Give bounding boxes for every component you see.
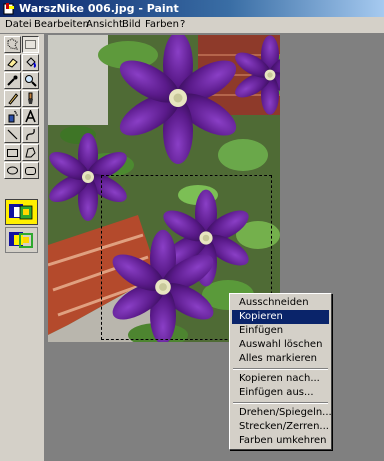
curve-icon bbox=[26, 128, 35, 141]
rect-select-icon bbox=[25, 40, 36, 49]
context-menu: Ausschneiden Kopieren Einfügen Auswahl l… bbox=[229, 293, 332, 450]
eraser-tool[interactable] bbox=[4, 54, 21, 71]
pick-color-tool[interactable] bbox=[4, 72, 21, 89]
menu-farben[interactable]: Farben bbox=[145, 17, 179, 33]
title-bar[interactable]: WarszNike 006.jpg - Paint bbox=[0, 0, 384, 17]
ctx-copy[interactable]: Kopieren bbox=[232, 310, 329, 324]
fill-icon bbox=[26, 57, 36, 68]
ctx-separator bbox=[233, 402, 328, 404]
rectangle-icon bbox=[7, 149, 18, 157]
menu-ansicht[interactable]: Ansicht bbox=[86, 17, 123, 33]
text-icon bbox=[25, 110, 36, 123]
curve-tool[interactable] bbox=[22, 126, 39, 143]
brush-tool[interactable] bbox=[22, 90, 39, 107]
toolbox bbox=[0, 34, 45, 461]
text-tool[interactable] bbox=[22, 108, 39, 125]
menu-bearbeiten[interactable]: Bearbeiten bbox=[34, 17, 89, 33]
brush-icon bbox=[28, 92, 33, 104]
line-tool[interactable] bbox=[4, 126, 21, 143]
magnifier-icon bbox=[25, 75, 37, 87]
pick-color-icon bbox=[7, 75, 18, 86]
ctx-rotate-flip[interactable]: Drehen/Spiegeln... bbox=[232, 406, 332, 420]
window-title: WarszNike 006.jpg - Paint bbox=[19, 2, 179, 15]
menu-datei[interactable]: Datei bbox=[5, 17, 32, 33]
magnifier-tool[interactable] bbox=[22, 72, 39, 89]
ctx-delete-selection[interactable]: Auswahl löschen bbox=[232, 338, 329, 352]
airbrush-tool[interactable] bbox=[4, 108, 21, 125]
ctx-paste-from[interactable]: Einfügen aus... bbox=[232, 386, 329, 400]
ellipse-icon bbox=[7, 166, 18, 175]
ctx-cut[interactable]: Ausschneiden bbox=[232, 296, 329, 310]
rect-select-tool[interactable] bbox=[22, 36, 39, 53]
opaque-selection-option[interactable] bbox=[5, 199, 38, 225]
paint-app-icon bbox=[3, 3, 14, 15]
ctx-separator bbox=[233, 368, 328, 370]
line-icon bbox=[7, 129, 18, 140]
rounded-rect-tool[interactable] bbox=[22, 162, 39, 179]
ctx-invert-colors[interactable]: Farben umkehren bbox=[232, 434, 329, 448]
opaque-option-icon bbox=[9, 204, 33, 220]
free-select-icon bbox=[7, 38, 18, 50]
polygon-icon bbox=[25, 147, 36, 158]
eraser-icon bbox=[7, 58, 18, 68]
pencil-tool[interactable] bbox=[4, 90, 21, 107]
polygon-tool[interactable] bbox=[22, 144, 39, 161]
menu-bar: Datei Bearbeiten Ansicht Bild Farben ? bbox=[0, 17, 384, 34]
menu-help[interactable]: ? bbox=[180, 17, 185, 33]
fill-tool[interactable] bbox=[22, 54, 39, 71]
ctx-paste[interactable]: Einfügen bbox=[232, 324, 329, 338]
transparent-option-icon bbox=[9, 232, 33, 248]
ctx-stretch-skew[interactable]: Strecken/Zerren... bbox=[232, 420, 329, 434]
airbrush-icon bbox=[8, 110, 18, 123]
rectangle-tool[interactable] bbox=[4, 144, 21, 161]
ctx-copy-to[interactable]: Kopieren nach... bbox=[232, 372, 329, 386]
rounded-rect-icon bbox=[25, 167, 36, 175]
transparent-selection-option[interactable] bbox=[5, 227, 38, 253]
ctx-select-all[interactable]: Alles markieren bbox=[232, 352, 329, 366]
pencil-icon bbox=[8, 93, 19, 105]
menu-bild[interactable]: Bild bbox=[122, 17, 141, 33]
ellipse-tool[interactable] bbox=[4, 162, 21, 179]
free-select-tool[interactable] bbox=[4, 36, 21, 53]
